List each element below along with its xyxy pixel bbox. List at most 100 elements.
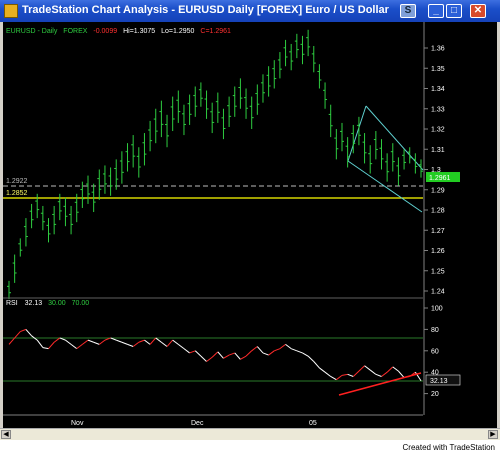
symbol-label: EURUSD - Daily xyxy=(6,28,58,35)
rsi-segment xyxy=(116,339,123,343)
scroll-right-arrow-icon[interactable]: ▶ xyxy=(488,430,498,439)
rsi-lower-value: 30.00 xyxy=(48,300,66,307)
rsi-segment xyxy=(313,361,320,369)
rsi-segment xyxy=(336,375,343,381)
title-bar[interactable]: TradeStation Chart Analysis - EURUSD Dai… xyxy=(0,0,500,22)
rsi-segment xyxy=(178,343,185,350)
rsi-segment xyxy=(93,341,100,345)
rsi-segment xyxy=(194,350,202,357)
rsi-segment xyxy=(166,339,174,347)
exchange-label: FOREX xyxy=(63,28,87,35)
rsi-segment xyxy=(240,355,247,360)
scroll-left-arrow-icon[interactable]: ◀ xyxy=(1,430,11,439)
rsi-segment xyxy=(341,373,348,376)
rsi-segment xyxy=(364,365,371,371)
rsi-segment xyxy=(302,352,309,357)
price-bars xyxy=(7,29,423,300)
svg-text:RSI 32.13 30.0: RSI 32.13 30.00 70.00 xyxy=(6,300,89,307)
rsi-segment xyxy=(398,370,405,378)
rsi-upper-value: 70.00 xyxy=(72,300,90,307)
rsi-segment xyxy=(149,337,157,345)
rsi-segment xyxy=(251,346,258,352)
horizontal-scrollbar[interactable]: ◀ ▶ xyxy=(0,428,500,440)
price-tick-label: 1.28 xyxy=(431,208,445,215)
month-label-nov: Nov xyxy=(71,420,84,427)
rsi-segment xyxy=(347,373,354,377)
price-chart[interactable]: EURUSD - Daily FOREX -0.0099 Hi=1.3075 L… xyxy=(3,22,497,428)
rsi-segment xyxy=(319,367,326,373)
rsi-segment xyxy=(279,343,286,350)
rsi-segment xyxy=(121,341,128,345)
price-tick-label: 1.24 xyxy=(431,289,445,296)
rsi-segment xyxy=(25,329,32,337)
rsi-tick-label: 60 xyxy=(431,348,439,355)
price-tick-label: 1.33 xyxy=(431,106,445,113)
rsi-segment xyxy=(8,337,16,345)
rsi-segment xyxy=(358,365,365,372)
high-value: Hi=1.3075 xyxy=(123,28,155,35)
support-level-label: 1.2922 xyxy=(6,178,28,185)
rsi-segment xyxy=(324,371,332,377)
month-label-dec: Dec xyxy=(191,420,204,427)
rsi-segment xyxy=(98,339,106,345)
rsi-segment xyxy=(381,371,388,377)
rsi-segment xyxy=(307,355,315,362)
rsi-segment xyxy=(262,352,269,356)
rsi-value: 32.13 xyxy=(25,300,43,307)
close-button[interactable]: ✕ xyxy=(470,4,486,18)
rsi-segment xyxy=(228,352,235,356)
application-window: TradeStation Chart Analysis - EURUSD Dai… xyxy=(0,0,500,440)
rsi-segment xyxy=(206,356,213,362)
rsi-segment xyxy=(172,339,179,345)
rsi-segment xyxy=(76,343,83,350)
rsi-segment xyxy=(268,350,275,356)
minimize-button[interactable]: _ xyxy=(428,4,444,18)
rsi-segment xyxy=(87,339,94,343)
price-tick-label: 1.32 xyxy=(431,127,445,134)
rsi-segment xyxy=(274,348,281,352)
rsi-segment xyxy=(132,341,140,347)
rsi-segment xyxy=(256,346,264,354)
rsi-segment xyxy=(211,351,219,358)
channel-upper-line xyxy=(365,105,424,171)
rsi-segment xyxy=(70,343,78,350)
price-tick-label: 1.26 xyxy=(431,248,445,255)
yellow-level-label: 1.2852 xyxy=(6,190,28,197)
low-value: Lo=1.2950 xyxy=(161,28,194,35)
price-tick-label: 1.27 xyxy=(431,228,445,235)
tradestation-app-icon xyxy=(4,4,18,18)
rsi-segment xyxy=(223,354,230,359)
rsi-segment xyxy=(155,337,162,343)
last-price-label: 1.2961 xyxy=(429,175,451,182)
maximize-button[interactable]: □ xyxy=(446,4,462,18)
rsi-segment xyxy=(127,343,134,347)
rsi-segment xyxy=(36,339,44,348)
chart-area[interactable]: EURUSD - Daily FOREX -0.0099 Hi=1.3075 L… xyxy=(3,22,497,428)
rsi-segment xyxy=(296,350,303,354)
rsi-segment xyxy=(392,366,399,372)
close-value: C=1.2961 xyxy=(200,28,231,35)
month-label-05: 05 xyxy=(309,420,317,427)
channel-left-line xyxy=(347,105,367,162)
special-button[interactable]: S xyxy=(400,4,416,18)
rsi-segment xyxy=(352,370,360,377)
rsi-last-label: 32.13 xyxy=(430,378,448,385)
price-tick-label: 1.25 xyxy=(431,268,445,275)
rsi-segment xyxy=(375,373,382,377)
price-tick-label: 1.31 xyxy=(431,147,445,154)
rsi-segment xyxy=(42,347,49,350)
rsi-label: RSI xyxy=(6,300,18,307)
window-title: TradeStation Chart Analysis - EURUSD Dai… xyxy=(22,4,389,16)
rsi-segment xyxy=(53,337,61,343)
rsi-segment xyxy=(386,366,394,373)
svg-text:EURUSD - Daily FOREX: EURUSD - Daily FOREX -0.0099 Hi=1.3075 L… xyxy=(6,28,231,35)
price-tick-label: 1.29 xyxy=(431,187,445,194)
rsi-segment xyxy=(291,348,298,352)
rsi-segment xyxy=(144,339,151,345)
credit-text: Created with TradeStation xyxy=(402,443,496,452)
rsi-tick-label: 80 xyxy=(431,327,439,334)
rsi-segment xyxy=(82,339,89,345)
rsi-line xyxy=(8,328,422,382)
rsi-segment xyxy=(285,343,292,350)
rsi-segment xyxy=(14,331,21,339)
